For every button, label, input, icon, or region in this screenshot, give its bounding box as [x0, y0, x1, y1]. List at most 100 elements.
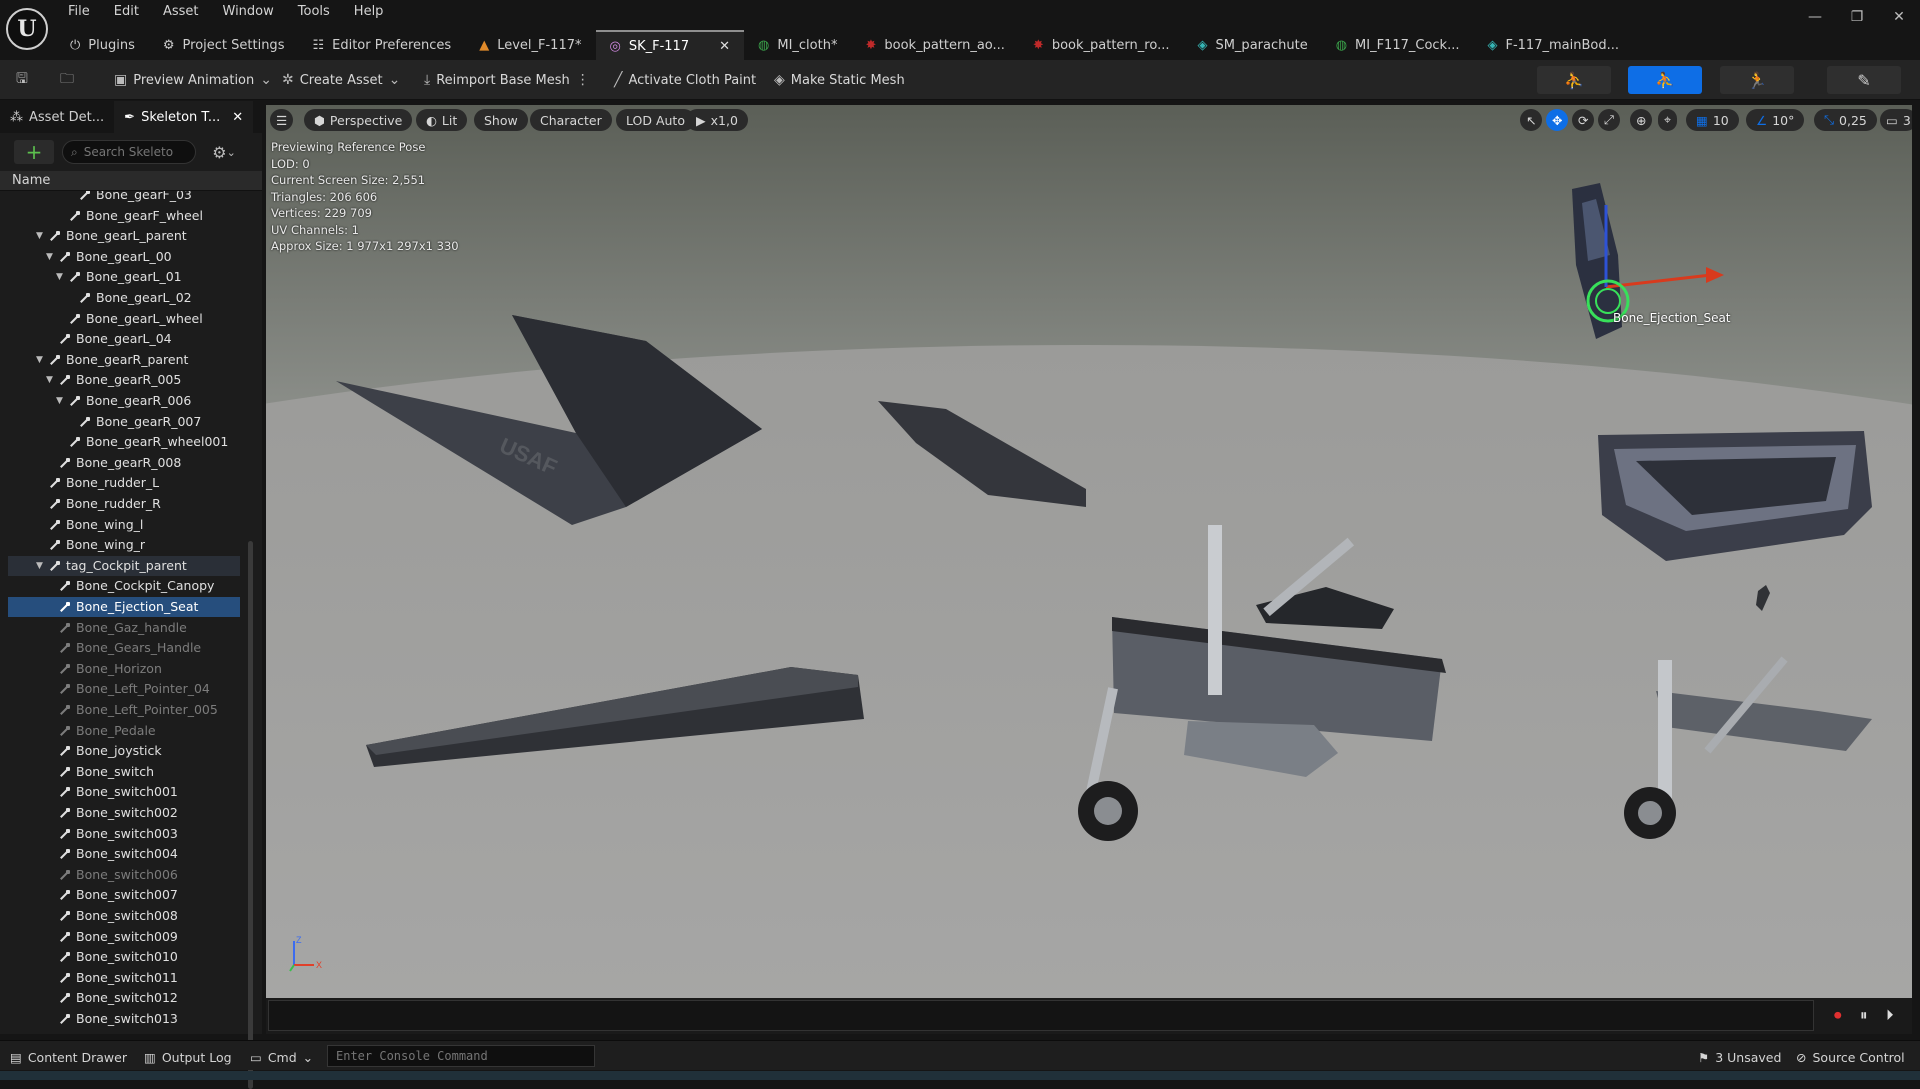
close-tab-icon[interactable]: ✕: [232, 110, 243, 125]
animation-mode-button[interactable]: 🏃: [1720, 66, 1794, 94]
tab-book-pattern-ro[interactable]: ✸ book_pattern_ro...: [1019, 30, 1184, 60]
search-skeleton-input[interactable]: [83, 145, 184, 159]
tab-level-f-117[interactable]: ▲ Level_F-117*: [465, 30, 595, 60]
create-asset-button[interactable]: ✲ Create Asset ⌄: [282, 68, 400, 92]
tab-f-117-mainbod[interactable]: ◈ F-117_mainBod...: [1473, 30, 1632, 60]
tree-row[interactable]: Bone_Ejection_Seat: [8, 597, 240, 617]
preview-animation-button[interactable]: ▣ Preview Animation ⌄: [114, 68, 272, 92]
tab-sk-f-117[interactable]: ◎ SK_F-117 ✕: [595, 30, 745, 60]
make-static-mesh-button[interactable]: ◈ Make Static Mesh: [774, 68, 905, 92]
step-forward-icon[interactable]: ⏵: [1886, 1006, 1894, 1024]
menu-asset[interactable]: Asset: [151, 2, 211, 22]
tree-row[interactable]: Bone_Pedale: [8, 721, 240, 741]
unreal-logo-icon[interactable]: U: [6, 8, 48, 50]
grid-snap-button[interactable]: ▦ 10: [1686, 109, 1739, 131]
tree-row[interactable]: Bone_switch010: [8, 947, 240, 967]
translate-button[interactable]: ✥: [1546, 109, 1569, 131]
expand-arrow-icon[interactable]: ▼: [36, 350, 43, 370]
tree-row[interactable]: ▼ Bone_gearL_00: [8, 247, 240, 267]
rotate-button[interactable]: ⟳: [1572, 109, 1595, 131]
close-tab-icon[interactable]: ✕: [719, 39, 730, 54]
select-mode-button[interactable]: ↖: [1520, 109, 1543, 131]
name-column-header[interactable]: Name: [0, 171, 262, 191]
tree-row[interactable]: ▼ Bone_gearR_005: [8, 370, 240, 390]
physics-mode-button[interactable]: ✎: [1827, 66, 1901, 94]
lod-button[interactable]: LOD Auto: [616, 109, 695, 131]
timeline-track[interactable]: [268, 1000, 1814, 1031]
tree-row[interactable]: Bone_gearL_04: [8, 329, 240, 349]
show-button[interactable]: Show: [474, 109, 528, 131]
menu-window[interactable]: Window: [211, 2, 286, 22]
tab-project-settings[interactable]: ⚙ Project Settings: [149, 30, 299, 60]
minimize-icon[interactable]: —: [1794, 0, 1836, 34]
tree-row[interactable]: Bone_gearF_wheel: [8, 206, 240, 226]
tree-row[interactable]: ▼ Bone_gearR_parent: [8, 350, 240, 370]
expand-arrow-icon[interactable]: ▼: [46, 370, 53, 390]
expand-arrow-icon[interactable]: ▼: [36, 226, 43, 246]
save-icon[interactable]: 🖫: [16, 68, 28, 92]
tab-editor-preferences[interactable]: ☷ Editor Preferences: [298, 30, 465, 60]
unsaved-button[interactable]: ⚑ 3 Unsaved: [1698, 1047, 1781, 1067]
tree-row[interactable]: Bone_switch012: [8, 988, 240, 1008]
tab-sm-parachute[interactable]: ◈ SM_parachute: [1183, 30, 1321, 60]
menu-help[interactable]: Help: [342, 2, 396, 22]
tree-row[interactable]: ▼ Bone_gearL_01: [8, 267, 240, 287]
menu-edit[interactable]: Edit: [102, 2, 151, 22]
tree-row[interactable]: Bone_switch007: [8, 885, 240, 905]
tree-row[interactable]: Bone_switch009: [8, 927, 240, 947]
tree-row[interactable]: Bone_Left_Pointer_005: [8, 700, 240, 720]
tree-row[interactable]: Bone_rudder_R: [8, 494, 240, 514]
tree-row[interactable]: Bone_rudder_L: [8, 473, 240, 493]
source-control-button[interactable]: ⊘ Source Control: [1796, 1047, 1905, 1067]
viewport-menu-button[interactable]: ☰: [270, 109, 294, 131]
tree-row[interactable]: Bone_switch001: [8, 782, 240, 802]
rotation-snap-button[interactable]: ∠ 10°: [1746, 109, 1805, 131]
tree-row[interactable]: Bone_gearR_007: [8, 412, 240, 432]
tree-row[interactable]: Bone_gearL_02: [8, 288, 240, 308]
settings-button[interactable]: ⚙ ⌄: [206, 140, 242, 164]
tab-skeleton-tree[interactable]: ✒ Skeleton T... ✕: [114, 101, 254, 133]
close-window-icon[interactable]: ✕: [1878, 0, 1920, 34]
skeleton-mode-button[interactable]: ⛹: [1537, 66, 1611, 94]
lit-button[interactable]: ◐ Lit: [416, 109, 468, 131]
console-input[interactable]: [336, 1049, 586, 1063]
character-button[interactable]: Character: [530, 109, 612, 131]
tree-row[interactable]: Bone_gearR_wheel001: [8, 432, 240, 452]
tree-row[interactable]: Bone_Horizon: [8, 659, 240, 679]
tree-scrollbar[interactable]: [248, 541, 253, 1089]
tree-row[interactable]: Bone_switch004: [8, 844, 240, 864]
viewport[interactable]: USAF ☰ ⬢ Perspective ◐ Lit Show Characte…: [266, 105, 1912, 998]
reimport-base-mesh-button[interactable]: ⤓ Reimport Base Mesh ⋮: [424, 68, 590, 92]
coordinate-space-button[interactable]: ⊕: [1630, 109, 1653, 131]
record-icon[interactable]: ⏺: [1834, 1006, 1842, 1024]
tree-row[interactable]: Bone_wing_l: [8, 515, 240, 535]
scale-button[interactable]: ⤢: [1598, 109, 1621, 131]
tree-row[interactable]: Bone_gearL_wheel: [8, 309, 240, 329]
content-drawer-button[interactable]: ▤ Content Drawer: [10, 1047, 127, 1067]
tab-plugins[interactable]: ⏻ Plugins: [56, 30, 149, 60]
tree-row[interactable]: Bone_gearR_008: [8, 453, 240, 473]
camera-speed-button[interactable]: ▭ 3: [1880, 109, 1912, 131]
tree-row[interactable]: Bone_wing_r: [8, 535, 240, 555]
menu-file[interactable]: File: [56, 2, 102, 22]
tree-row[interactable]: Bone_Gaz_handle: [8, 618, 240, 638]
tree-row[interactable]: Bone_joystick: [8, 741, 240, 761]
expand-arrow-icon[interactable]: ▼: [56, 391, 63, 411]
tree-row[interactable]: ▼ Bone_gearL_parent: [8, 226, 240, 246]
menu-tools[interactable]: Tools: [286, 2, 342, 22]
tree-row[interactable]: Bone_switch011: [8, 968, 240, 988]
output-log-button[interactable]: ▥ Output Log: [144, 1047, 232, 1067]
tree-row[interactable]: Bone_switch002: [8, 803, 240, 823]
tree-row[interactable]: Bone_Cockpit_Canopy: [8, 576, 240, 596]
tree-row[interactable]: ▼ Bone_gearR_006: [8, 391, 240, 411]
tree-row[interactable]: ▼ tag_Cockpit_parent: [8, 555, 240, 576]
scale-snap-button[interactable]: ⤡ 0,25: [1814, 109, 1877, 131]
tree-row[interactable]: Bone_switch: [8, 762, 240, 782]
browse-asset-icon[interactable]: 🗀: [60, 68, 74, 92]
playback-speed-button[interactable]: ▶ x1,0: [686, 109, 748, 131]
tab-mi-cloth[interactable]: ◍ MI_cloth*: [744, 30, 851, 60]
expand-arrow-icon[interactable]: ▼: [36, 556, 43, 576]
activate-cloth-paint-button[interactable]: ╱ Activate Cloth Paint: [614, 68, 756, 92]
surface-snap-button[interactable]: ⌖: [1658, 109, 1678, 131]
perspective-button[interactable]: ⬢ Perspective: [304, 109, 413, 131]
